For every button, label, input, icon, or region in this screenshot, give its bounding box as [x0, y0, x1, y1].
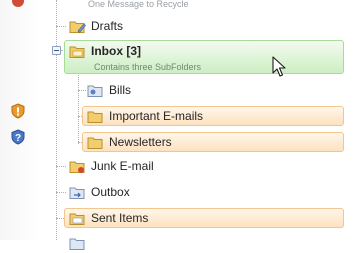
junk-folder-icon [69, 161, 85, 173]
folder-outbox[interactable]: Outbox [64, 182, 244, 202]
inbox-folder-icon [69, 46, 85, 58]
folder-label: Outbox [91, 185, 130, 199]
folder-label: Sent Items [91, 211, 149, 225]
folder-icon [69, 238, 85, 250]
folder-icon [87, 111, 103, 123]
collapse-toggle[interactable] [52, 46, 61, 55]
sent-folder-icon [69, 213, 85, 225]
tree-line [78, 68, 79, 144]
folder-label: Junk E-mail [91, 159, 154, 173]
folder-newsletters[interactable]: Newsletters [82, 132, 344, 152]
recycle-status-text: One Message to Recycle [88, 0, 189, 9]
folder-label: Bills [109, 83, 132, 97]
outbox-folder-icon [69, 187, 85, 199]
folder-label: Important E-mails [109, 109, 204, 123]
folder-label: Drafts [91, 19, 124, 33]
drafts-folder-icon [69, 21, 86, 33]
folder-drafts[interactable]: Drafts [64, 16, 244, 36]
inbox-subtitle: Contains three SubFolders [94, 62, 202, 72]
folder-label: Inbox [3] [91, 44, 142, 58]
tree-line [56, 0, 57, 240]
unread-count-badge: [3] [126, 44, 142, 58]
mouse-pointer-icon [272, 56, 286, 77]
folder-sent-items[interactable]: Sent Items [64, 208, 344, 228]
folder-icon [87, 85, 103, 97]
folder-tree: One Message to Recycle Drafts Inbox [3] … [0, 0, 360, 250]
folder-junk-email[interactable]: Junk E-mail [64, 156, 244, 176]
folder-partial-next[interactable] [64, 233, 244, 253]
folder-label: Newsletters [109, 135, 172, 149]
folder-bills[interactable]: Bills [82, 80, 262, 100]
folder-important-emails[interactable]: Important E-mails [82, 106, 344, 126]
folder-icon [87, 137, 103, 149]
